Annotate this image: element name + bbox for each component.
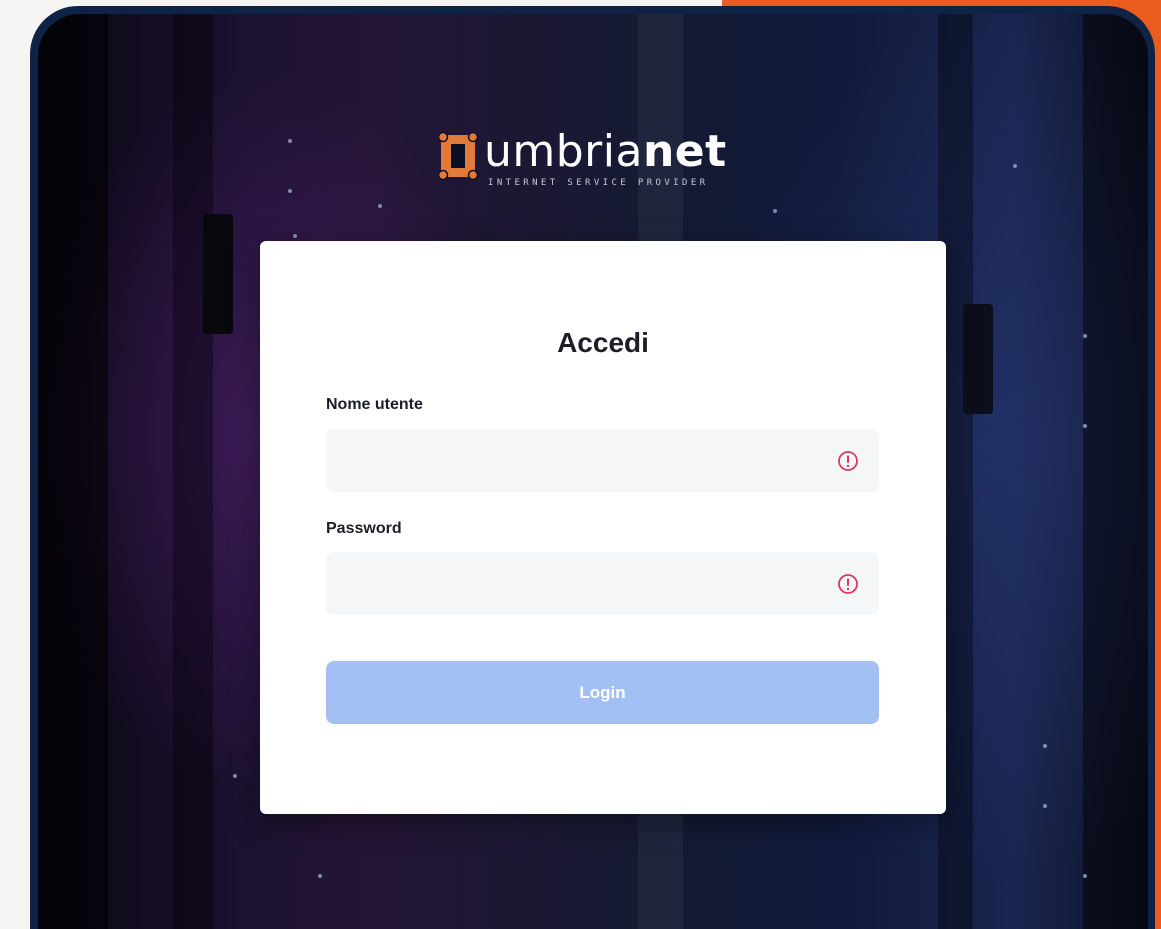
login-card: Accedi Nome utente Password Login — [260, 241, 946, 814]
server-led — [318, 874, 322, 878]
brand-logo: umbrianet INTERNET SERVICE PROVIDER — [438, 124, 778, 204]
server-led — [293, 234, 297, 238]
brand-wordmark: umbrianet — [484, 126, 727, 178]
server-led — [1083, 424, 1087, 428]
login-title: Accedi — [557, 327, 649, 358]
server-led — [1083, 334, 1087, 338]
brand-name-bold: net — [642, 126, 727, 177]
server-led — [1013, 164, 1017, 168]
username-label: Nome utente — [326, 396, 423, 413]
server-led — [773, 209, 777, 213]
server-led — [1043, 804, 1047, 808]
password-input[interactable] — [326, 552, 879, 615]
server-led — [233, 774, 237, 778]
rack-handle — [203, 214, 233, 334]
brand-name-light: umbria — [484, 126, 643, 177]
brand-tagline: INTERNET SERVICE PROVIDER — [488, 178, 709, 188]
server-rack — [173, 14, 213, 929]
umbrianet-logo-icon — [438, 132, 478, 180]
server-rack — [38, 14, 108, 929]
error-circle-icon — [838, 574, 858, 594]
error-circle-icon — [838, 451, 858, 471]
rack-handle — [963, 304, 993, 414]
server-led — [1083, 874, 1087, 878]
server-led — [288, 189, 292, 193]
password-label: Password — [326, 520, 402, 537]
login-screen: umbrianet INTERNET SERVICE PROVIDER Acce… — [38, 14, 1148, 929]
server-led — [288, 139, 292, 143]
server-led — [378, 204, 382, 208]
server-rack — [1083, 14, 1148, 929]
server-led — [1043, 744, 1047, 748]
login-button[interactable]: Login — [326, 661, 879, 724]
username-input[interactable] — [326, 429, 879, 492]
